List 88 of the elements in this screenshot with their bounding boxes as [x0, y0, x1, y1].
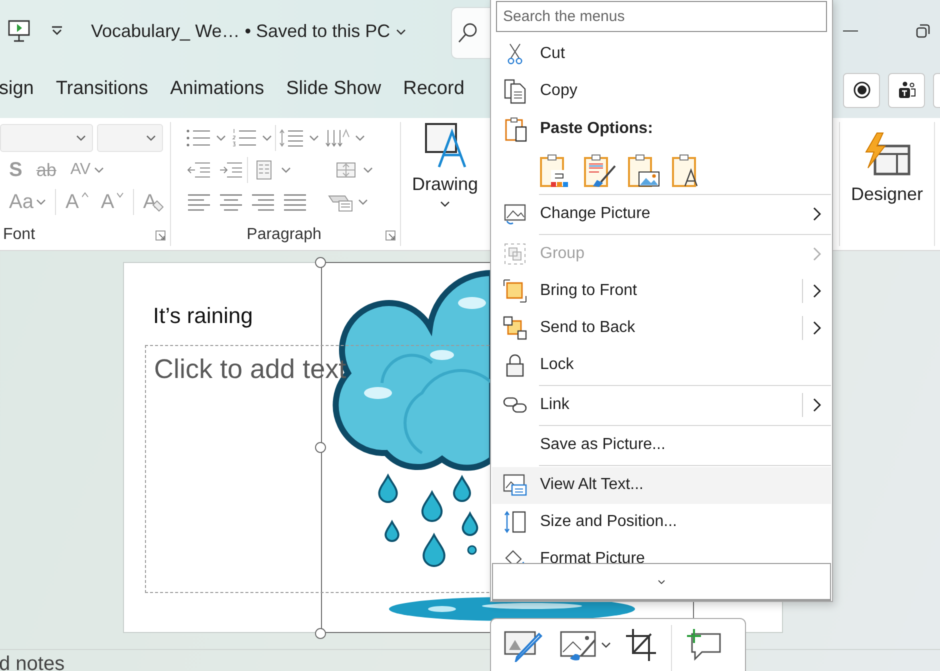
group-label: Paragraph	[246, 226, 322, 244]
bullets-icon[interactable]	[186, 128, 212, 148]
chevron-down-icon	[396, 29, 406, 35]
slide-title[interactable]: It’s raining	[153, 303, 253, 329]
menu-item[interactable]: Cut	[492, 36, 831, 73]
drawing-button[interactable]: Drawing	[401, 118, 489, 250]
menu-item[interactable]: Copy	[492, 72, 831, 110]
chevron-down-icon	[146, 135, 156, 141]
align-left-icon[interactable]	[186, 192, 212, 212]
shapes-icon	[423, 122, 467, 168]
raindrop	[378, 474, 398, 503]
clipboard-icon	[504, 116, 528, 142]
record-button[interactable]	[843, 72, 880, 108]
bring-to-front-icon	[503, 279, 527, 304]
paste-destination-theme-icon[interactable]	[583, 154, 617, 188]
minimize-icon[interactable]	[843, 30, 858, 32]
designer-button[interactable]: Designer	[839, 122, 935, 246]
presentation-icon[interactable]	[7, 19, 31, 43]
paste-picture-icon[interactable]	[627, 154, 661, 188]
resize-handle[interactable]	[315, 442, 326, 453]
restore-icon[interactable]	[916, 24, 930, 38]
send-to-back-icon	[503, 316, 527, 340]
menu-search-field[interactable]: Search the menus	[496, 1, 827, 32]
chevron-down-icon	[355, 135, 365, 141]
align-right-icon[interactable]	[250, 192, 276, 212]
menu-item[interactable]: Save as Picture...	[492, 426, 831, 464]
group-icon	[503, 242, 527, 266]
chevron-down-icon	[76, 135, 86, 141]
notes-label[interactable]: d notes	[0, 653, 65, 671]
line-spacing-icon[interactable]	[279, 128, 305, 148]
menu-item[interactable]: Lock	[492, 346, 831, 384]
copy-icon	[503, 78, 527, 104]
ribbon-tab[interactable]: Transitions	[56, 72, 148, 108]
search-icon	[458, 22, 478, 44]
chevron-down-icon	[658, 580, 665, 584]
raindrop	[384, 520, 400, 542]
lock-icon	[505, 353, 525, 378]
dialog-launcher-icon[interactable]	[385, 230, 396, 240]
menu-item[interactable]: View Alt Text...	[492, 466, 831, 504]
scroll-down-button[interactable]	[492, 563, 831, 601]
raindrop	[422, 534, 446, 567]
numbering-icon[interactable]	[232, 128, 258, 148]
chevron-down-icon	[262, 135, 272, 141]
new-comment-icon[interactable]	[686, 628, 722, 662]
document-title[interactable]: Vocabulary_ We… • Saved to this PC	[91, 20, 390, 42]
ribbon-tab[interactable]: Animations	[170, 72, 264, 108]
alt-text-icon	[503, 474, 527, 496]
designer-icon	[863, 132, 911, 176]
increase-indent-icon[interactable]	[218, 160, 244, 180]
menu-item[interactable]: Change Picture	[492, 196, 831, 233]
dialog-launcher-icon[interactable]	[155, 230, 166, 240]
raindrop	[462, 512, 478, 536]
menu-item[interactable]: Send to Back	[492, 310, 831, 347]
menu-heading: Paste Options:	[540, 120, 653, 138]
record-icon	[852, 81, 870, 99]
size-position-icon	[503, 510, 527, 534]
chevron-down-icon	[281, 167, 291, 173]
change-picture-icon	[503, 202, 527, 226]
ribbon-tab[interactable]: Record	[403, 72, 464, 108]
customize-toolbar-icon[interactable]	[51, 26, 63, 36]
caret-up-icon	[82, 192, 89, 198]
paint-bucket-icon	[503, 548, 527, 564]
raindrop	[421, 491, 443, 522]
group-label: Font	[2, 226, 36, 244]
chevron-down-icon	[440, 201, 450, 207]
menu-item[interactable]: Bring to Front	[492, 272, 831, 310]
menu-item[interactable]: Size and Position...	[492, 504, 831, 541]
crop-icon[interactable]	[625, 628, 657, 662]
resize-handle[interactable]	[315, 257, 326, 268]
people-icon	[898, 81, 916, 99]
teams-button[interactable]	[888, 72, 925, 108]
scissors-icon	[507, 43, 523, 66]
raindrop	[467, 545, 477, 555]
decrease-indent-icon[interactable]	[186, 160, 212, 180]
caret-down-icon	[117, 192, 124, 198]
chevron-down-icon	[309, 135, 319, 141]
justify-icon[interactable]	[282, 192, 308, 212]
raindrop	[453, 476, 471, 502]
text-direction-icon[interactable]	[325, 128, 351, 148]
align-center-icon[interactable]	[218, 192, 244, 212]
chevron-down-icon	[601, 642, 611, 648]
chevron-down-icon	[363, 167, 373, 173]
menu-item[interactable]: Link	[492, 386, 831, 424]
chevron-down-icon	[358, 199, 368, 205]
chevron-down-icon	[216, 135, 226, 141]
link-icon	[503, 396, 527, 414]
ribbon-tab[interactable]: Slide Show	[286, 72, 382, 108]
resize-handle[interactable]	[315, 628, 326, 639]
